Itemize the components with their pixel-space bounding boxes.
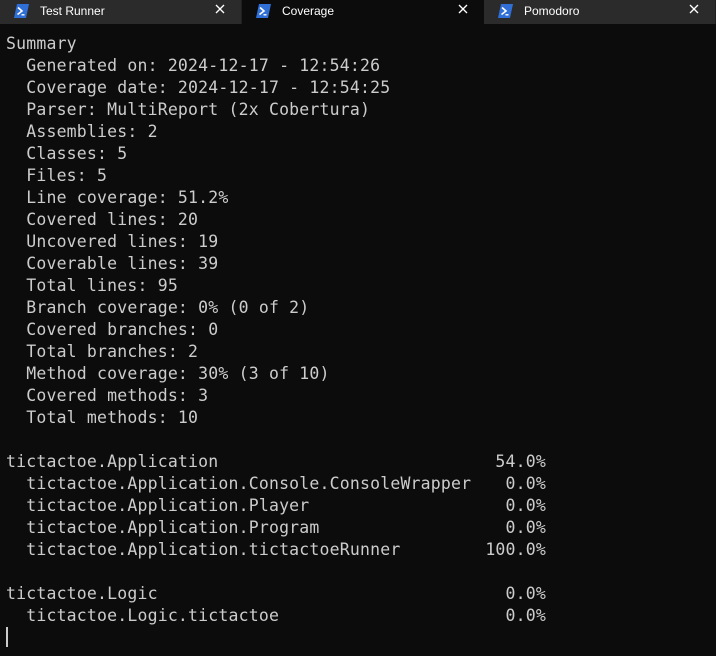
summary-covered-lines: Covered lines: 20 [6,210,199,229]
summary-uncovered-lines: Uncovered lines: 19 [6,232,219,251]
summary-total-lines: Total lines: 95 [6,276,178,295]
powershell-icon [256,4,271,18]
class-coverage: 100.0% [485,540,546,559]
close-icon[interactable] [456,2,470,16]
terminal-output[interactable]: Summary Generated on: 2024-12-17 - 12:54… [6,33,710,627]
text-cursor [6,627,8,647]
class-coverage: 0.0% [505,518,546,537]
class-coverage: 0.0% [505,606,546,625]
summary-generated-on: Generated on: 2024-12-17 - 12:54:26 [6,56,381,75]
class-coverage: 0.0% [505,474,546,493]
assembly-name: tictactoe.Application [6,452,219,471]
class-name: tictactoe.Application.tictactoeRunner [6,540,401,559]
assembly-coverage: 0.0% [505,584,546,603]
summary-branch-coverage: Branch coverage: 0% (0 of 2) [6,298,310,317]
summary-coverable-lines: Coverable lines: 39 [6,254,219,273]
class-name: tictactoe.Application.Program [6,518,320,537]
tab-label: Test Runner [40,4,105,18]
terminal-window: Test Runner Coverage Pomodoro Summary Ge… [0,0,716,656]
summary-covered-branches: Covered branches: 0 [6,320,219,339]
class-row: tictactoe.Application.Program 0.0% [6,517,710,539]
summary-method-coverage: Method coverage: 30% (3 of 10) [6,364,330,383]
class-row: tictactoe.Application.Player 0.0% [6,495,710,517]
class-name: tictactoe.Application.Console.ConsoleWra… [6,474,472,493]
powershell-icon [498,4,513,18]
class-name: tictactoe.Application.Player [6,496,310,515]
assembly-row: tictactoe.Application 54.0% [6,451,710,473]
assembly-coverage: 54.0% [495,452,546,471]
summary-parser: Parser: MultiReport (2x Cobertura) [6,100,371,119]
close-icon[interactable] [213,2,227,16]
tab-bar: Test Runner Coverage Pomodoro [0,0,716,24]
class-name: tictactoe.Logic.tictactoe [6,606,280,625]
summary-total-methods: Total methods: 10 [6,408,199,427]
assembly-name: tictactoe.Logic [6,584,158,603]
class-coverage: 0.0% [505,496,546,515]
summary-heading: Summary [6,34,77,53]
tab-pomodoro[interactable]: Pomodoro [484,0,716,24]
tab-coverage[interactable]: Coverage [242,0,484,24]
tab-test-runner[interactable]: Test Runner [0,0,242,24]
class-row: tictactoe.Application.Console.ConsoleWra… [6,473,710,495]
class-row: tictactoe.Logic.tictactoe 0.0% [6,605,710,627]
summary-total-branches: Total branches: 2 [6,342,199,361]
summary-coverage-date: Coverage date: 2024-12-17 - 12:54:25 [6,78,391,97]
close-icon[interactable] [687,2,701,16]
summary-classes: Classes: 5 [6,144,128,163]
tab-label: Pomodoro [524,4,580,18]
summary-files: Files: 5 [6,166,108,185]
summary-assemblies: Assemblies: 2 [6,122,158,141]
tab-label: Coverage [282,4,335,18]
powershell-icon [14,4,29,18]
summary-covered-methods: Covered methods: 3 [6,386,209,405]
class-row: tictactoe.Application.tictactoeRunner 10… [6,539,710,561]
assembly-row: tictactoe.Logic 0.0% [6,583,710,605]
summary-line-coverage: Line coverage: 51.2% [6,188,229,207]
